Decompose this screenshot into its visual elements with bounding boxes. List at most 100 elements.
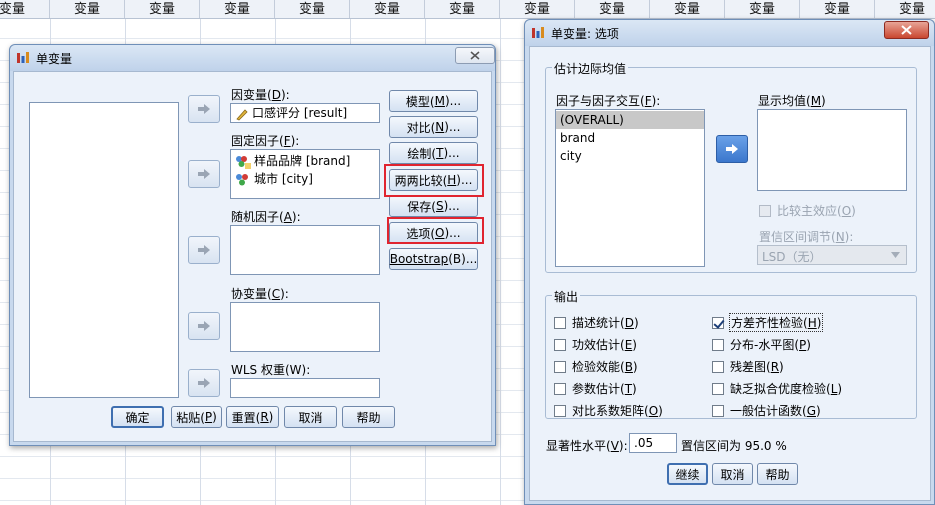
factors-list[interactable]: (OVERALL) brand city: [555, 109, 705, 267]
checkbox-box: [554, 382, 566, 395]
dependent-label: 因变量(D):: [231, 88, 290, 102]
right-arrow-icon: [198, 169, 210, 179]
column-header[interactable]: 变量: [800, 0, 875, 18]
covariate-label: 协变量(C):: [231, 287, 289, 301]
dropdown-arrow-icon: [891, 252, 900, 258]
output-group: 输出 描述统计(D) 功效估计(E) 检验效能(B) 参数估计(T) 对比系数矩…: [545, 288, 917, 419]
dependent-field[interactable]: 口感评分 [result]: [230, 103, 380, 123]
plots-button[interactable]: 绘制(T)...: [389, 142, 478, 164]
fixed-factor-list[interactable]: 样品品牌 [brand] 城市 [city]: [230, 149, 380, 199]
compare-main-effects-checkbox[interactable]: 比较主效应(O): [759, 202, 856, 219]
save-button[interactable]: 保存(S)...: [389, 195, 478, 217]
column-header[interactable]: 变量: [500, 0, 575, 18]
lack-of-fit-checkbox[interactable]: 缺乏拟合优度检验(L): [712, 380, 842, 397]
parameter-estimates-checkbox[interactable]: 参数估计(T): [554, 380, 637, 397]
ci-adjustment-select[interactable]: LSD（无）: [757, 245, 907, 265]
help-button[interactable]: 帮助: [342, 406, 395, 428]
covariate-list[interactable]: [230, 302, 380, 352]
move-to-fixed-button[interactable]: [188, 160, 220, 188]
source-variable-list[interactable]: [29, 102, 179, 398]
right-arrow-icon: [198, 378, 210, 388]
ruler-pencil-icon: [236, 108, 248, 120]
column-header[interactable]: 变量: [200, 0, 275, 18]
univariate-client-area: 因变量(D): 口感评分 [result] 固定因子(F): 样品品牌 [bra…: [13, 71, 492, 442]
contrasts-button[interactable]: 对比(N)...: [389, 116, 478, 138]
column-header[interactable]: 变量: [425, 0, 500, 18]
column-header[interactable]: 变量: [125, 0, 200, 18]
factor-item-brand[interactable]: brand: [556, 129, 704, 147]
observed-power-checkbox[interactable]: 检验效能(B): [554, 358, 638, 375]
column-header[interactable]: 变量: [275, 0, 350, 18]
options-titlebar: 单变量: 选项: [525, 20, 934, 46]
options-title: 单变量: 选项: [551, 27, 619, 41]
factor-item-city[interactable]: city: [556, 147, 704, 165]
random-factor-list[interactable]: [230, 225, 380, 275]
move-to-wls-button[interactable]: [188, 369, 220, 397]
fixed-factor-item[interactable]: 城市 [city]: [231, 170, 379, 188]
fixed-factor-item[interactable]: 样品品牌 [brand]: [231, 152, 379, 170]
univariate-dialog: 单变量 因变量(D): 口感评分 [result] 固定因子(F): 样品品牌 …: [9, 44, 496, 446]
options-close-button[interactable]: [884, 21, 929, 39]
checkbox-box: [712, 360, 724, 373]
checkbox-box: [554, 360, 566, 373]
column-header[interactable]: 变量: [875, 0, 935, 18]
contrast-matrix-checkbox[interactable]: 对比系数矩阵(O): [554, 402, 663, 419]
ci-adjustment-label: 置信区间调节(N):: [759, 230, 854, 244]
options-cancel-button[interactable]: 取消: [712, 463, 753, 485]
display-means-list[interactable]: [757, 109, 907, 191]
univariate-title: 单变量: [36, 52, 73, 66]
descriptive-stats-checkbox[interactable]: 描述统计(D): [554, 314, 639, 331]
move-to-display-means-button[interactable]: [716, 135, 748, 163]
checkbox-box: [554, 338, 566, 351]
output-group-title: 输出: [552, 288, 581, 305]
spread-level-plot-checkbox[interactable]: 分布-水平图(P): [712, 336, 811, 353]
right-arrow-icon: [198, 104, 210, 114]
options-dialog: 单变量: 选项 估计边际均值 因子与因子交互(F): (OVERALL) bra…: [524, 19, 935, 505]
emm-group-title: 估计边际均值: [552, 60, 629, 77]
confidence-interval-text: 置信区间为 95.0 %: [681, 439, 787, 453]
paste-button[interactable]: 粘贴(P): [171, 406, 222, 428]
column-header[interactable]: 变量: [650, 0, 725, 18]
post-hoc-highlight: [384, 164, 484, 197]
display-means-label: 显示均值(M): [758, 94, 826, 108]
wls-weight-label: WLS 权重(W):: [231, 363, 311, 377]
options-client-area: 估计边际均值 因子与因子交互(F): (OVERALL) brand city …: [529, 46, 931, 501]
checkbox-box: [759, 204, 771, 217]
continue-button[interactable]: 继续: [667, 463, 708, 485]
checkbox-box: [554, 404, 566, 417]
column-header[interactable]: 变量: [575, 0, 650, 18]
cancel-button[interactable]: 取消: [284, 406, 337, 428]
univariate-close-button[interactable]: [455, 47, 495, 64]
move-to-covariate-button[interactable]: [188, 312, 220, 340]
factor-item-overall[interactable]: (OVERALL): [556, 111, 704, 129]
wls-weight-field[interactable]: [230, 378, 380, 398]
homogeneity-test-checkbox[interactable]: 方差齐性检验(H): [712, 313, 824, 332]
close-icon: [901, 25, 912, 35]
fixed-factor-label: 固定因子(F):: [231, 134, 300, 148]
column-header[interactable]: 变量: [0, 0, 50, 18]
general-estimable-function-checkbox[interactable]: 一般估计函数(G): [712, 402, 821, 419]
residual-plot-checkbox[interactable]: 残差图(R): [712, 358, 784, 375]
reset-button[interactable]: 重置(R): [226, 406, 279, 428]
ci-adjustment-value: LSD（无）: [762, 250, 822, 264]
bootstrap-button[interactable]: Bootstrap (B)...: [389, 248, 478, 270]
move-to-random-button[interactable]: [188, 236, 220, 264]
significance-input[interactable]: .05: [629, 433, 677, 453]
univariate-titlebar: 单变量: [10, 45, 495, 71]
estimated-marginal-means-group: 估计边际均值 因子与因子交互(F): (OVERALL) brand city …: [545, 60, 917, 273]
ok-button[interactable]: 确定: [111, 406, 164, 428]
column-header[interactable]: 变量: [350, 0, 425, 18]
right-arrow-icon: [198, 321, 210, 331]
factors-label: 因子与因子交互(F):: [556, 94, 661, 108]
options-help-button[interactable]: 帮助: [757, 463, 798, 485]
checkbox-box: [712, 404, 724, 417]
move-to-dependent-button[interactable]: [188, 95, 220, 123]
column-header[interactable]: 变量: [725, 0, 800, 18]
model-button[interactable]: 模型(M)...: [389, 90, 478, 112]
checkbox-box-checked: [712, 316, 724, 329]
significance-value: .05: [634, 436, 654, 450]
spss-app-icon: [17, 52, 29, 63]
column-header[interactable]: 变量: [50, 0, 125, 18]
effect-size-checkbox[interactable]: 功效估计(E): [554, 336, 637, 353]
checkbox-box: [554, 316, 566, 329]
